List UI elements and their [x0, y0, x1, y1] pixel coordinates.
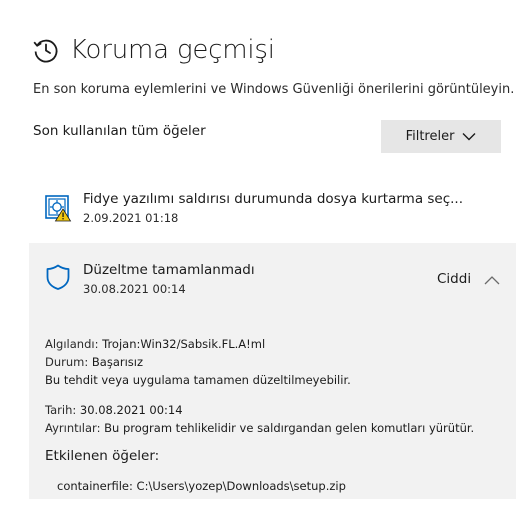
severity-label: Ciddi: [437, 271, 472, 287]
details-line: Ayrıntılar: Bu program tehlikelidir ve s…: [45, 419, 510, 437]
details-value: Bu program tehlikelidir ve saldırgandan …: [104, 421, 475, 435]
history-clock-icon: [32, 36, 60, 64]
item-date: 2.09.2021 01:18: [83, 211, 179, 225]
threat-note: Bu tehdit veya uygulama tamamen düzeltil…: [45, 373, 351, 387]
history-item-remediation[interactable]: Düzeltme tamamlanmadı 30.08.2021 00:14 C…: [29, 243, 516, 499]
ransomware-recovery-warning-icon: [44, 194, 72, 222]
chevron-down-icon: [462, 132, 476, 141]
status-line: Durum: Başarısız: [45, 353, 510, 371]
page-header: Koruma geçmişi: [32, 30, 275, 70]
status-key: Durum:: [45, 355, 89, 369]
page-subtitle: En son koruma eylemlerini ve Windows Güv…: [33, 82, 515, 97]
status-value: Başarısız: [91, 355, 144, 369]
filters-button[interactable]: Filtreler: [381, 120, 501, 153]
date-key: Tarih:: [45, 403, 77, 417]
affected-items-heading: Etkilenen öğeler:: [45, 448, 160, 464]
date-line: Tarih: 30.08.2021 00:14: [45, 401, 510, 419]
chevron-up-icon[interactable]: [484, 271, 500, 285]
item-title: Fidye yazılımı saldırısı durumunda dosya…: [83, 191, 464, 207]
page-title: Koruma geçmişi: [70, 35, 275, 65]
item-details: Algılandı: Trojan:Win32/Sabsik.FL.A!ml D…: [45, 335, 510, 495]
list-label: Son kullanılan tüm öğeler: [33, 123, 206, 139]
date-value: 30.08.2021 00:14: [79, 403, 183, 417]
filters-label: Filtreler: [405, 129, 455, 144]
item-date: 30.08.2021 00:14: [83, 282, 186, 296]
protection-history-page: Koruma geçmişi En son koruma eylemlerini…: [0, 0, 529, 527]
item-title: Düzeltme tamamlanmadı: [83, 262, 255, 278]
detected-value: Trojan:Win32/Sabsik.FL.A!ml: [102, 337, 266, 351]
detected-key: Algılandı:: [45, 337, 99, 351]
shield-icon: [44, 263, 72, 291]
detected-line: Algılandı: Trojan:Win32/Sabsik.FL.A!ml: [45, 335, 510, 353]
affected-file[interactable]: containerfile: C:\Users\yozep\Downloads\…: [57, 477, 510, 495]
history-item-ransomware[interactable]: Fidye yazılımı saldırısı durumunda dosya…: [29, 178, 516, 236]
details-key: Ayrıntılar:: [45, 421, 101, 435]
